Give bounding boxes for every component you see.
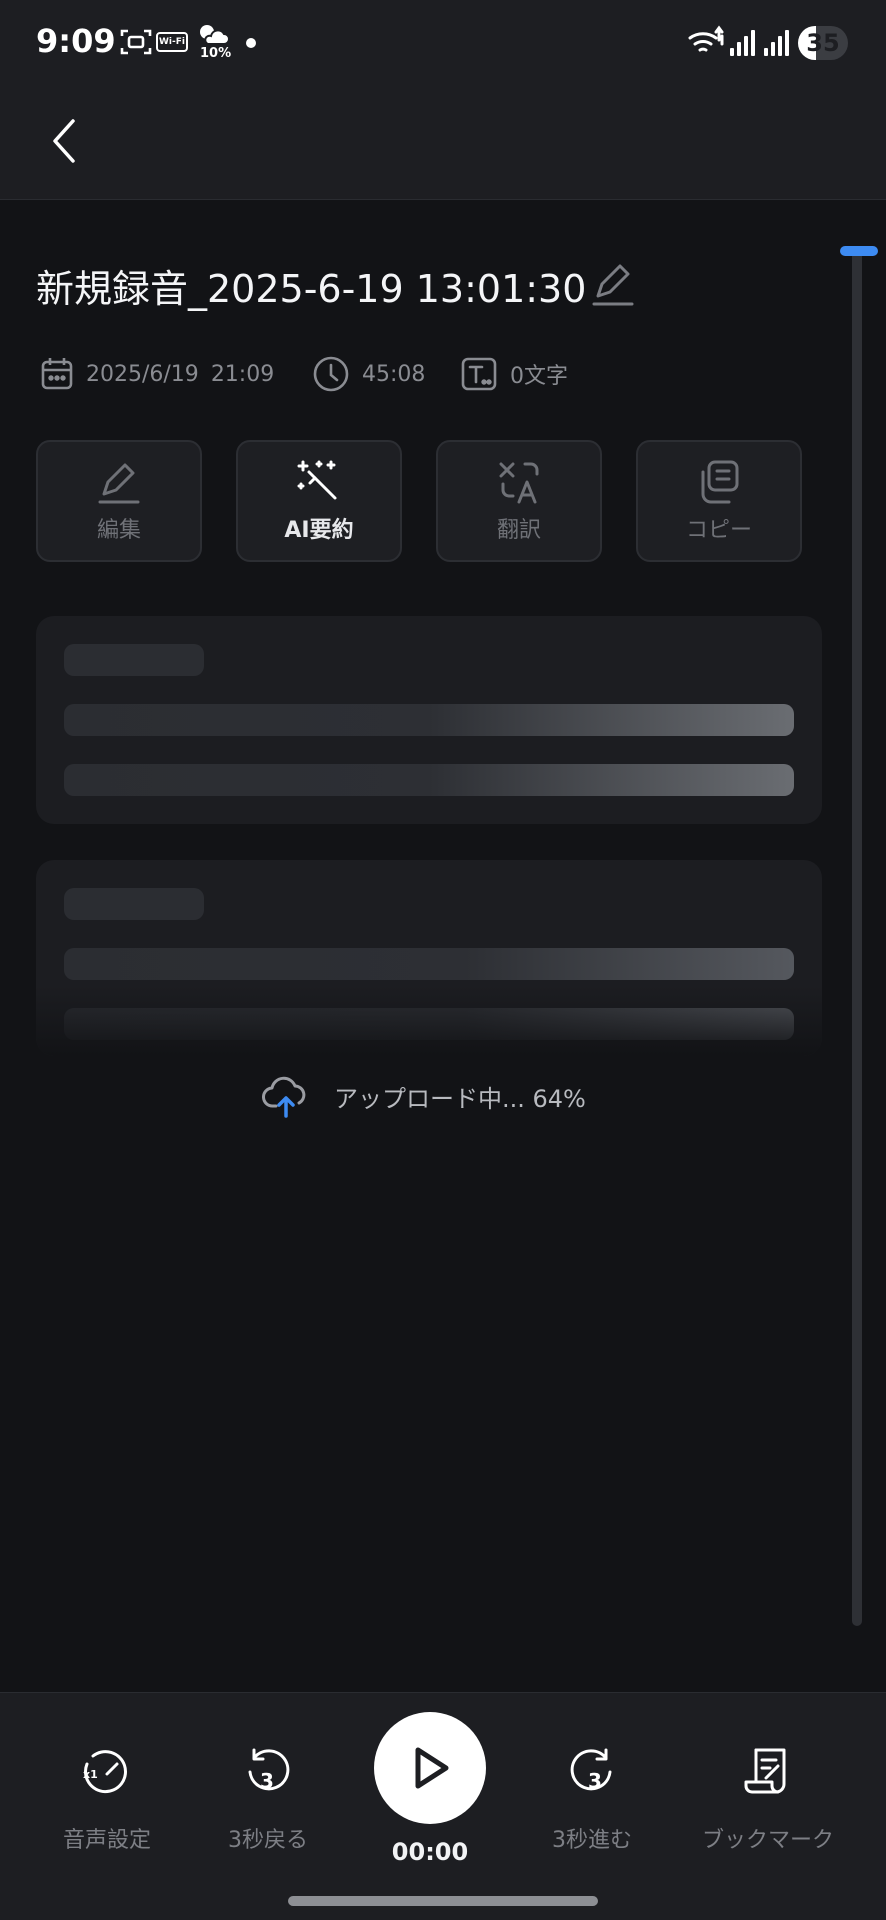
home-indicator[interactable]	[288, 1896, 598, 1906]
rewind-seconds: 3	[260, 1769, 274, 1793]
recording-time: 21:09	[210, 361, 275, 387]
copy-label: コピー	[685, 518, 752, 543]
bookmark-scroll-icon	[740, 1744, 796, 1800]
text-count-icon	[461, 357, 497, 391]
notification-dot	[246, 38, 256, 48]
action-buttons: 編集 AI要約 翻訳 コピー	[36, 440, 802, 562]
meta-char-count: 0文字	[460, 352, 568, 396]
wifi-icon	[686, 24, 726, 60]
rewind-icon: 3	[240, 1744, 296, 1800]
magic-wand-icon	[297, 460, 337, 500]
char-count: 0文字	[510, 364, 568, 389]
calendar-icon	[41, 358, 73, 390]
transcript-skeleton-card	[36, 860, 822, 1056]
audio-settings-label: 音声設定	[62, 1828, 151, 1853]
skeleton-line	[64, 1008, 794, 1040]
play-button[interactable]	[374, 1712, 486, 1824]
scrollbar-thumb[interactable]	[840, 246, 878, 256]
forward-seconds: 3	[588, 1769, 602, 1793]
pencil-icon	[592, 264, 634, 306]
screenshot-icon	[118, 26, 154, 58]
edit-title-button[interactable]	[590, 258, 636, 308]
top-app-bar	[0, 88, 886, 200]
signal-icon	[728, 24, 756, 60]
upload-status: アップロード中... 64%	[262, 1068, 586, 1124]
battery-indicator: 35	[798, 26, 848, 60]
edit-button[interactable]: 編集	[36, 440, 202, 562]
status-bar: 9:09 Wi-Fi 10% 35	[0, 0, 886, 88]
bookmark-label: ブックマーク	[701, 1828, 834, 1853]
ai-summary-button[interactable]: AI要約	[236, 440, 402, 562]
meta-duration: 45:08	[312, 352, 425, 396]
weather-percent: 10%	[200, 46, 232, 61]
status-time: 9:09	[36, 22, 116, 60]
recording-duration: 45:08	[362, 361, 426, 387]
translate-icon	[499, 462, 539, 504]
signal-icon	[762, 24, 790, 60]
translate-label: 翻訳	[496, 518, 541, 543]
play-icon	[415, 1747, 449, 1789]
speed-gauge-icon: x1	[79, 1744, 135, 1800]
forward-label: 3秒進む	[552, 1828, 632, 1853]
bookmark-button[interactable]: ブックマーク	[696, 1744, 840, 1854]
skeleton-line	[64, 704, 794, 736]
recording-title: 新規録音_2025-6-19 13:01:30	[36, 267, 587, 311]
speed-badge: x1	[83, 1768, 98, 1781]
audio-settings-button[interactable]: x1 音声設定	[60, 1744, 154, 1854]
rewind-label: 3秒戻る	[228, 1828, 308, 1853]
skeleton-heading	[64, 888, 204, 920]
battery-level: 35	[806, 29, 840, 57]
translate-button[interactable]: 翻訳	[436, 440, 602, 562]
upload-progress-text: アップロード中... 64%	[334, 1084, 586, 1113]
copy-button[interactable]: コピー	[636, 440, 802, 562]
skeleton-heading	[64, 644, 204, 676]
pencil-icon	[98, 463, 140, 504]
skeleton-line	[64, 764, 794, 796]
scrollbar-track[interactable]	[852, 246, 862, 1626]
cloud-upload-icon	[262, 1076, 306, 1118]
copy-icon	[701, 460, 739, 504]
back-button[interactable]	[30, 106, 100, 176]
wifi-tag-icon: Wi-Fi	[156, 32, 188, 52]
chevron-left-icon	[53, 119, 75, 163]
skeleton-line	[64, 948, 794, 980]
clock-icon	[313, 356, 349, 392]
current-time: 00:00	[391, 1838, 469, 1866]
meta-date: 2025/6/19 21:09	[40, 352, 274, 396]
recording-date: 2025/6/19	[86, 361, 199, 387]
rewind-3s-button[interactable]: 3 3秒戻る	[216, 1744, 320, 1854]
forward-icon: 3	[564, 1744, 620, 1800]
edit-label: 編集	[96, 518, 141, 543]
summary-skeleton-card	[36, 616, 822, 824]
ai-summary-label: AI要約	[284, 518, 354, 543]
forward-3s-button[interactable]: 3 3秒進む	[540, 1744, 644, 1854]
